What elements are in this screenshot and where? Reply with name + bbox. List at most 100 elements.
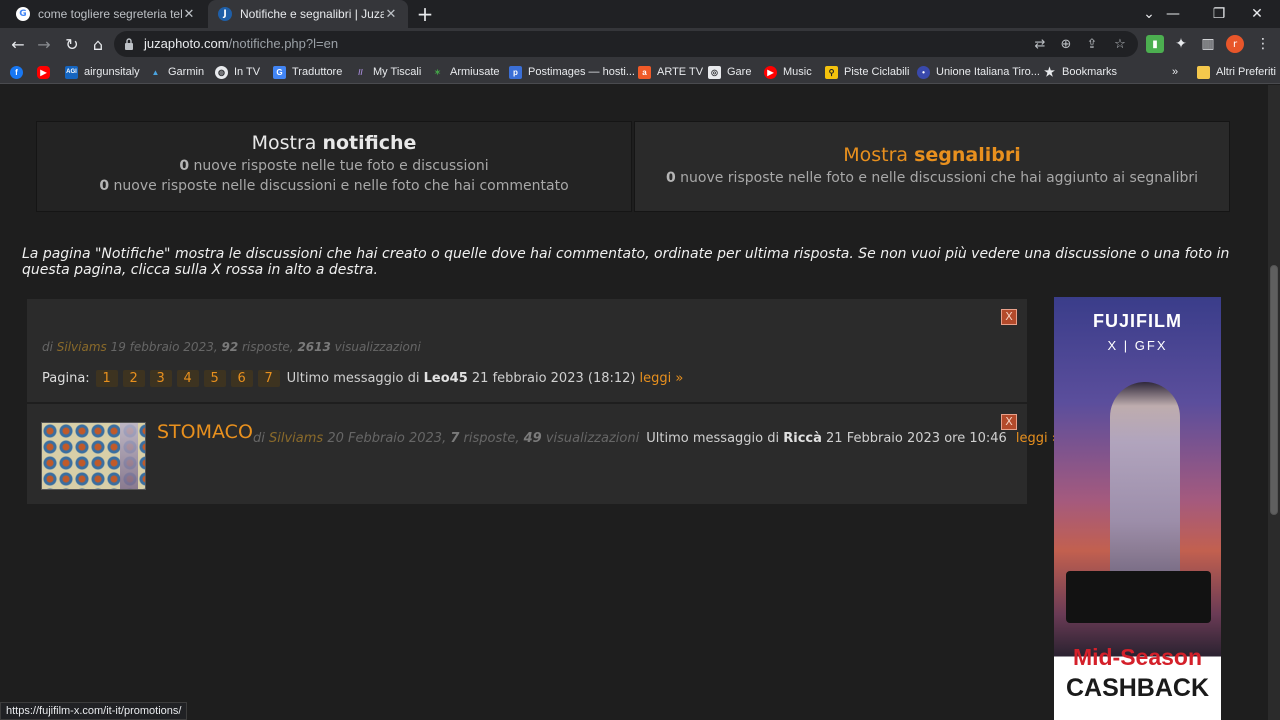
share-icon[interactable]: ⇪: [1084, 36, 1100, 52]
url-text[interactable]: juzaphoto.com/notifiche.php?l=en: [144, 36, 338, 51]
bookmark-unione-italiana-tiro[interactable]: • Unione Italiana Tiro...: [917, 63, 1040, 81]
translate-icon[interactable]: ⇄: [1032, 36, 1048, 52]
side-panel-icon[interactable]: ▥: [1199, 35, 1217, 53]
tab-google-search[interactable]: G come togliere segreteria telefonic ✕: [6, 0, 206, 28]
notifications-panel[interactable]: Mostra notifiche 0 nuove risposte nelle …: [36, 121, 632, 212]
translate-icon: G: [273, 65, 286, 79]
bookmarks-heading[interactable]: Mostra segnalibri: [635, 144, 1229, 166]
star-icon: ★: [1044, 65, 1055, 79]
garmin-icon: ▲: [151, 67, 160, 77]
reload-button[interactable]: ↻: [60, 32, 84, 56]
extension-icon[interactable]: ▮: [1146, 35, 1164, 53]
close-window-button[interactable]: ✕: [1234, 0, 1280, 28]
page-link[interactable]: 1: [95, 370, 118, 387]
ad-subheadline: CASHBACK: [1065, 674, 1210, 702]
pages-label: Pagina:: [42, 371, 90, 386]
notifications-own-count: 0 nuove risposte nelle tue foto e discus…: [179, 158, 489, 174]
google-icon: G: [16, 7, 30, 21]
profile-avatar[interactable]: r: [1226, 35, 1244, 53]
close-tab-icon[interactable]: ✕: [182, 7, 196, 22]
bookmarks-count: 0 nuove risposte nelle foto e nelle disc…: [665, 170, 1199, 186]
read-link[interactable]: leggi »: [639, 371, 683, 386]
notifications-commented-count: 0 nuove risposte nelle discussioni e nel…: [99, 178, 569, 194]
forward-button[interactable]: →: [32, 32, 56, 56]
notifications-heading[interactable]: Mostra notifiche: [37, 132, 631, 154]
bookmark-facebook[interactable]: f: [10, 63, 29, 81]
tab-bar: G come togliere segreteria telefonic ✕ J…: [0, 0, 1280, 28]
facebook-icon: f: [10, 65, 23, 79]
tab-juzaphoto[interactable]: J Notifiche e segnalibri | JuzaPhoto ✕: [208, 0, 408, 28]
page-link[interactable]: 4: [176, 370, 199, 387]
bookmark-traduttore[interactable]: G Traduttore: [273, 63, 342, 81]
extensions-puzzle-icon[interactable]: ✦: [1172, 35, 1190, 53]
youtube-icon: ▶: [37, 65, 50, 79]
bookmark-bookmarks[interactable]: ★ Bookmarks: [1043, 63, 1117, 81]
bookmark-garmin[interactable]: ▲ Garmin: [149, 63, 205, 81]
minimize-button[interactable]: —: [1150, 0, 1196, 28]
page-link[interactable]: 6: [230, 370, 253, 387]
zoom-icon[interactable]: ⊕: [1058, 36, 1074, 52]
bookmark-postimages[interactable]: p Postimages — hosti...: [509, 63, 635, 81]
scrollbar-thumb[interactable]: [1270, 265, 1278, 515]
last-message: Ultimo messaggio di Leo45 21 febbraio 20…: [286, 371, 636, 386]
bookmarks-panel[interactable]: Mostra segnalibri 0 nuove risposte nelle…: [634, 121, 1230, 212]
page-content: Mostra notifiche 0 nuove risposte nelle …: [0, 85, 1268, 720]
bookmarks-bar: f ▶ AGI airgunsitaly ▲ Garmin ◍ In TV G Trad…: [0, 60, 1280, 84]
music-icon: ▶: [764, 65, 777, 79]
bookmark-star-icon[interactable]: ☆: [1112, 36, 1128, 52]
folder-icon: [1197, 65, 1210, 79]
lock-icon: [125, 38, 133, 50]
bookmark-in-tv[interactable]: ◍ In TV: [215, 63, 260, 81]
author-link[interactable]: Silviams: [57, 340, 107, 354]
ad-model-image: [1110, 382, 1180, 582]
browser-toolbar: ← → ↻ ⌂ juzaphoto.com/notifiche.php?l=en…: [0, 28, 1280, 60]
ad-headline: Mid-Season: [1072, 644, 1203, 670]
bookmark-piste-ciclabili[interactable]: ⚲ Piste Ciclabili: [825, 63, 909, 81]
tab-title: Notifiche e segnalibri | JuzaPhoto: [240, 7, 384, 21]
thread-title[interactable]: STOMACO: [157, 421, 253, 443]
more-bookmarks-button[interactable]: »: [1172, 63, 1178, 81]
bookmark-airgunsitaly[interactable]: AGI airgunsitaly: [65, 63, 140, 81]
bookmark-my-tiscali[interactable]: //My Tiscali: [354, 63, 421, 81]
page-link[interactable]: 3: [149, 370, 172, 387]
bookmark-music[interactable]: ▶ Music: [764, 63, 812, 81]
bookmark-armiusate[interactable]: ✶ Armiusate: [431, 63, 499, 81]
thread-meta: di Silviams 20 Febbraio 2023, 7 risposte…: [253, 431, 1060, 446]
thread-meta: di Silviams 19 febbraio 2023, 92 rispost…: [42, 340, 421, 354]
juzaphoto-icon: J: [218, 7, 232, 21]
other-bookmarks-folder[interactable]: Altri Preferiti: [1197, 63, 1276, 81]
bookmark-youtube[interactable]: ▶: [37, 63, 56, 81]
tab-title: come togliere segreteria telefonic: [38, 7, 182, 21]
thread-card: X STOMACO di Silviams 20 Febbraio 2023, …: [27, 404, 1060, 504]
fujifilm-ad-banner[interactable]: FUJIFILM X | GFX Mid-Season CASHBACK: [1054, 297, 1221, 720]
thread-thumbnail[interactable]: [41, 422, 146, 490]
close-tab-icon[interactable]: ✕: [384, 7, 398, 22]
remove-thread-button[interactable]: X: [1001, 309, 1017, 325]
menu-kebab-icon[interactable]: ⋮: [1254, 35, 1272, 53]
bookmark-gare[interactable]: ◎ Gare: [708, 63, 751, 81]
page-scrollbar[interactable]: [1268, 85, 1280, 720]
page-link[interactable]: 2: [122, 370, 145, 387]
piste-icon: ⚲: [825, 65, 838, 79]
arte-icon: a: [638, 65, 651, 79]
back-button[interactable]: ←: [6, 32, 30, 56]
armiusate-icon: ✶: [434, 67, 441, 77]
globe-icon: ◍: [215, 65, 228, 79]
address-bar[interactable]: juzaphoto.com/notifiche.php?l=en ⇄ ⊕ ⇪ ☆: [114, 31, 1138, 57]
postimages-icon: p: [509, 65, 522, 79]
gare-icon: ◎: [708, 65, 721, 79]
author-link[interactable]: Silviams: [269, 431, 323, 446]
page-link[interactable]: 7: [257, 370, 280, 387]
last-message: Ultimo messaggio di Riccà 21 Febbraio 20…: [646, 431, 1007, 446]
uitr-icon: •: [917, 65, 930, 79]
ad-brand: FUJIFILM: [1093, 311, 1182, 331]
intro-text: La pagina "Notifiche" mostra le discussi…: [22, 246, 1230, 278]
new-tab-button[interactable]: +: [414, 3, 436, 25]
bookmark-arte-tv[interactable]: a ARTE TV: [638, 63, 703, 81]
home-button[interactable]: ⌂: [86, 32, 110, 56]
thread-pager: Pagina: 1 2 3 4 5 6 7 Ultimo messaggio d…: [42, 370, 683, 387]
page-link[interactable]: 5: [203, 370, 226, 387]
agi-icon: AGI: [65, 65, 78, 79]
ad-subbrand: X | GFX: [1107, 338, 1168, 353]
thread-card: X di Silviams 19 febbraio 2023, 92 rispo…: [27, 299, 1027, 402]
